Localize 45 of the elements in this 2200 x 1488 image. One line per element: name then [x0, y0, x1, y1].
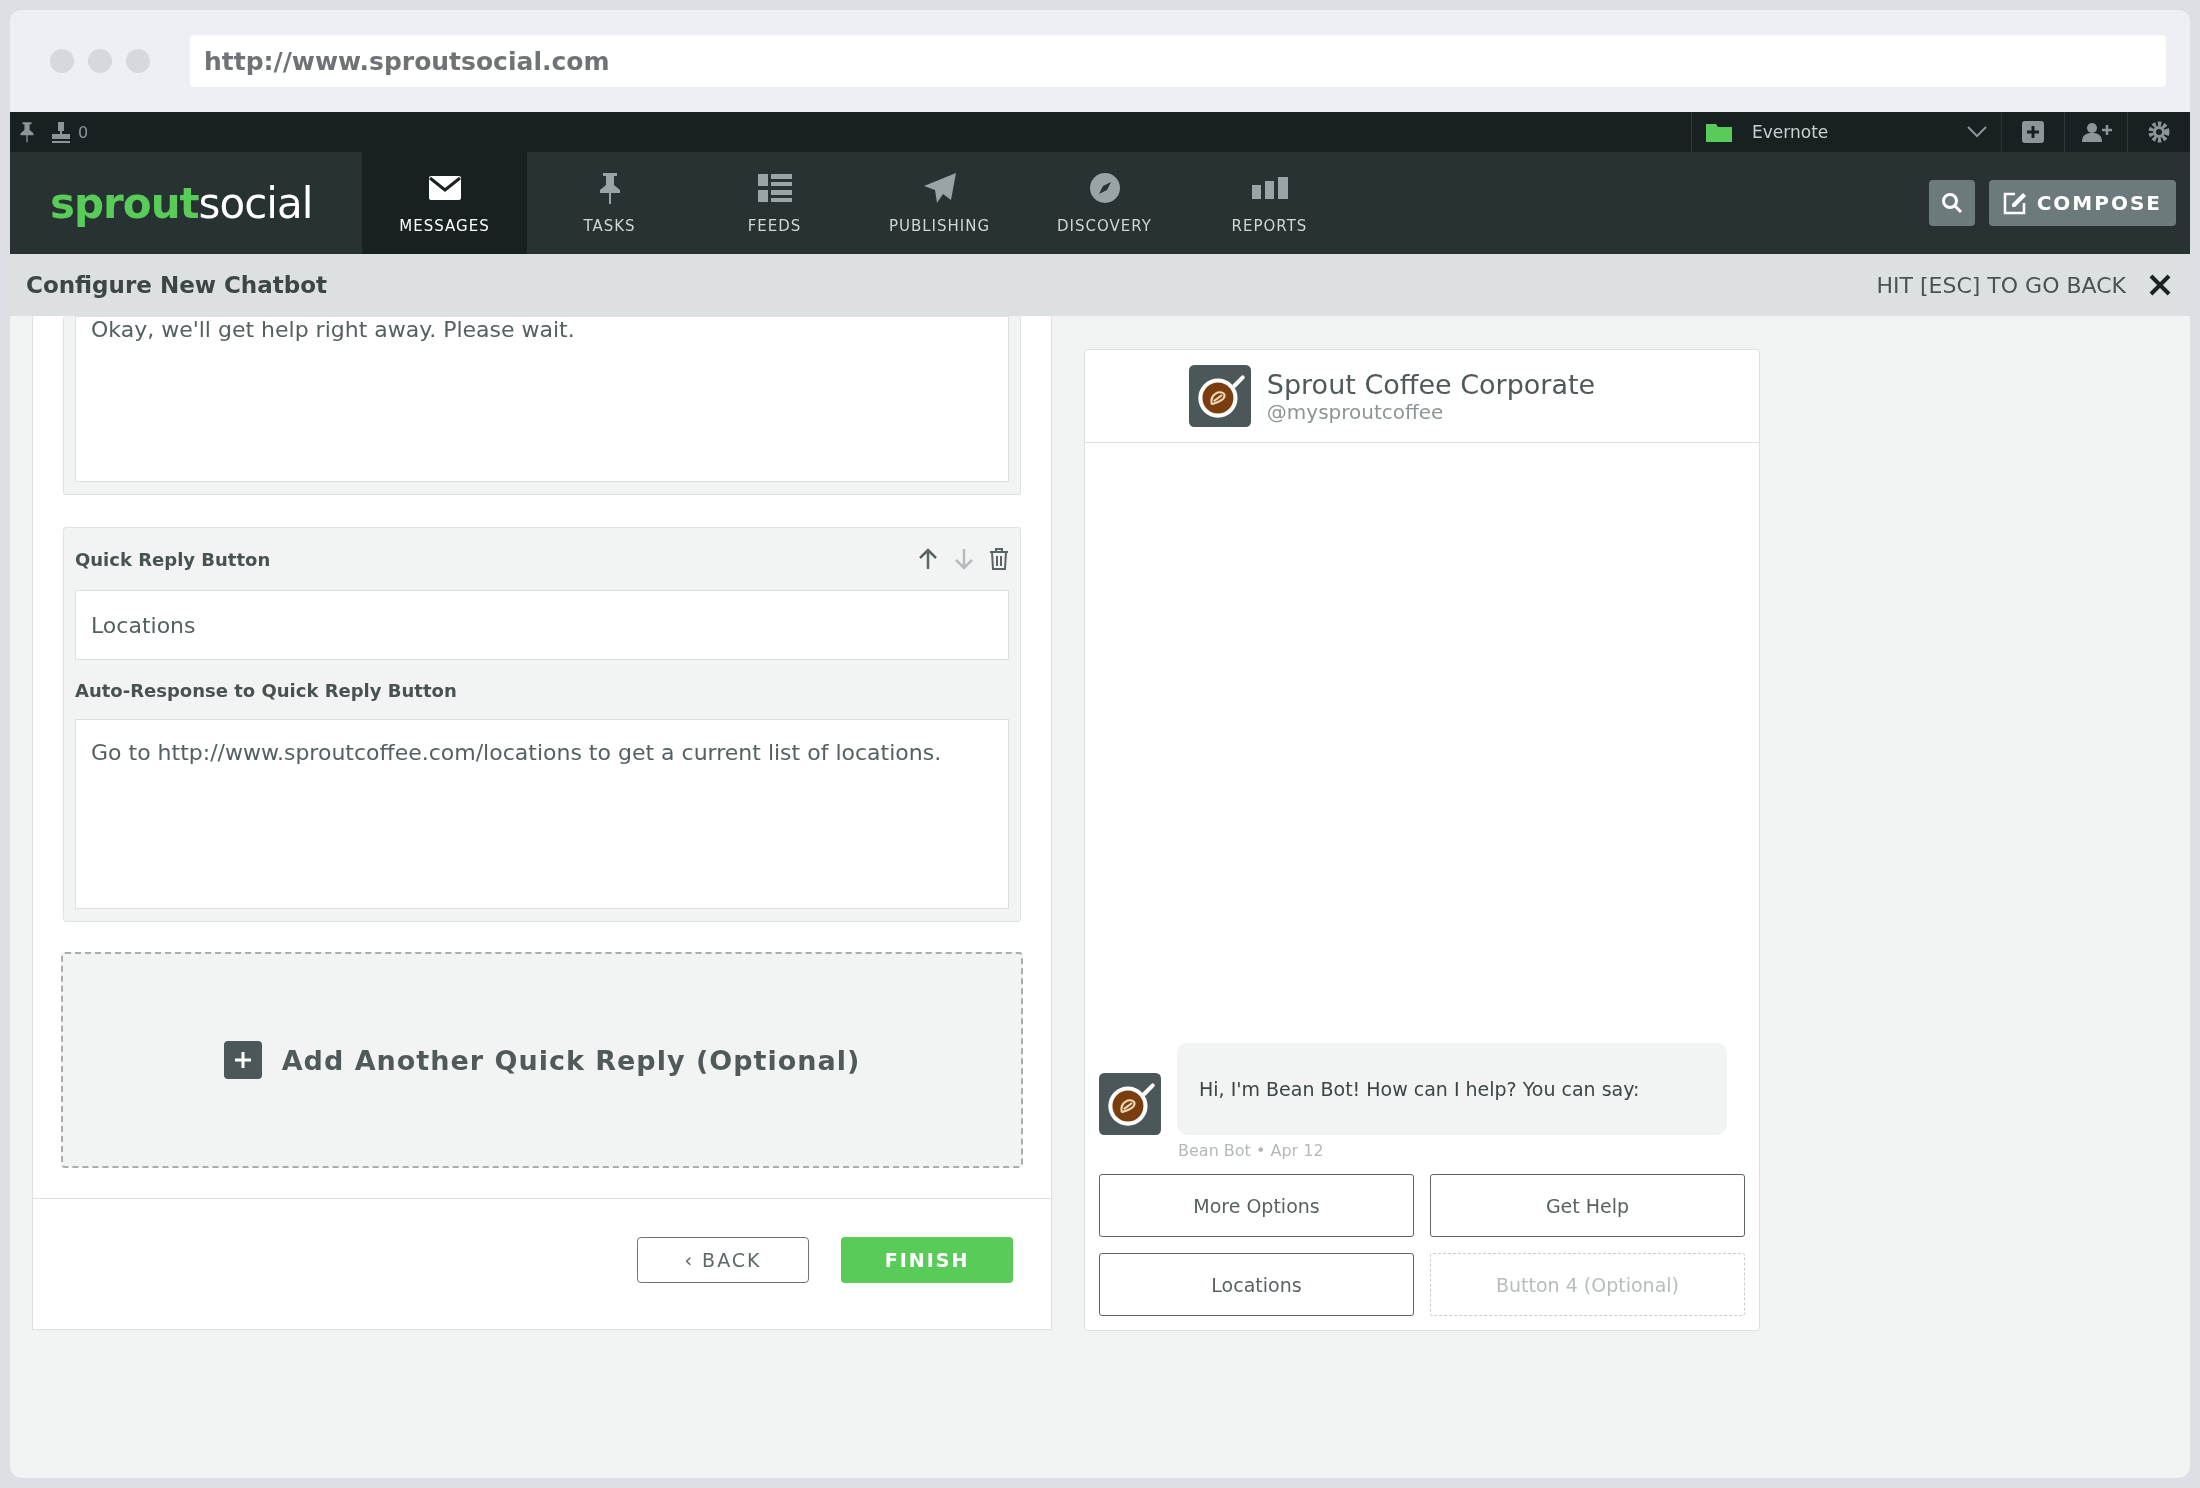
edit-icon	[2002, 191, 2027, 215]
coffee-cup-icon	[1099, 1073, 1161, 1135]
search-button[interactable]	[1928, 180, 1975, 226]
nav-tab[interactable]: MESSAGES	[362, 152, 527, 254]
pin-icon[interactable]	[18, 121, 36, 143]
response-field[interactable]: Okay, we'll get help right away. Please wait.	[75, 316, 1009, 482]
close-icon[interactable]	[2148, 273, 2172, 297]
arrow-up-icon[interactable]	[917, 548, 939, 570]
stamp-icon[interactable]	[50, 121, 72, 143]
page-handle: @mysproutcoffee	[1266, 399, 1445, 424]
add-quick-reply-button[interactable]: Add Another Quick Reply (Optional)	[61, 952, 1023, 1168]
page-title: Configure New Chatbot	[26, 272, 329, 298]
plus-icon	[223, 1041, 262, 1079]
chat-bubble: Hi, I'm Bean Bot! How can I help? You can say:	[1177, 1043, 1727, 1135]
queue-count: 0	[78, 122, 89, 142]
quick-reply-button[interactable]: Locations	[1099, 1253, 1414, 1316]
field-label: Auto-Response to Quick Reply Button	[75, 679, 458, 703]
nav-tab[interactable]: PUBLISHING	[857, 152, 1022, 254]
trash-icon[interactable]	[989, 548, 1009, 570]
back-button[interactable]: ‹ BACK	[637, 1237, 809, 1283]
coffee-cup-icon	[1188, 365, 1251, 427]
message-meta: Bean Bot • Apr 12	[1178, 1141, 1325, 1160]
plus-square-icon[interactable]	[2022, 121, 2044, 143]
button-label-field[interactable]: Locations	[75, 590, 1009, 660]
address-bar[interactable]: http://www.sproutsocial.com	[190, 35, 2166, 87]
response-field[interactable]: Go to http://www.sproutcoffee.com/locations to get a current list of locations.	[75, 719, 1009, 909]
settings-icon[interactable]	[2147, 120, 2171, 144]
paper-plane-icon	[922, 171, 957, 205]
quick-reply-button[interactable]: More Options	[1099, 1174, 1414, 1237]
chevron-down-icon	[1967, 126, 1987, 138]
compass-icon	[1088, 171, 1121, 205]
nav-tab[interactable]: TASKS	[527, 152, 692, 254]
card-title: Quick Reply Button	[75, 548, 272, 570]
escape-hint: HIT [ESC] TO GO BACK	[1876, 272, 2126, 298]
search-icon	[1940, 192, 1963, 214]
logo[interactable]: sproutsocial	[10, 152, 362, 254]
nav-tab[interactable]: FEEDS	[692, 152, 857, 254]
compose-button[interactable]: COMPOSE	[1988, 180, 2176, 226]
folder-icon	[1706, 122, 1732, 142]
nav-tab[interactable]: REPORTS	[1187, 152, 1352, 254]
nav-tab[interactable]: DISCOVERY	[1022, 152, 1187, 254]
add-user-icon[interactable]	[2080, 122, 2112, 142]
list-icon	[757, 171, 792, 205]
page-name: Sprout Coffee Corporate	[1266, 368, 1596, 400]
quick-reply-button[interactable]: Get Help	[1430, 1174, 1745, 1237]
